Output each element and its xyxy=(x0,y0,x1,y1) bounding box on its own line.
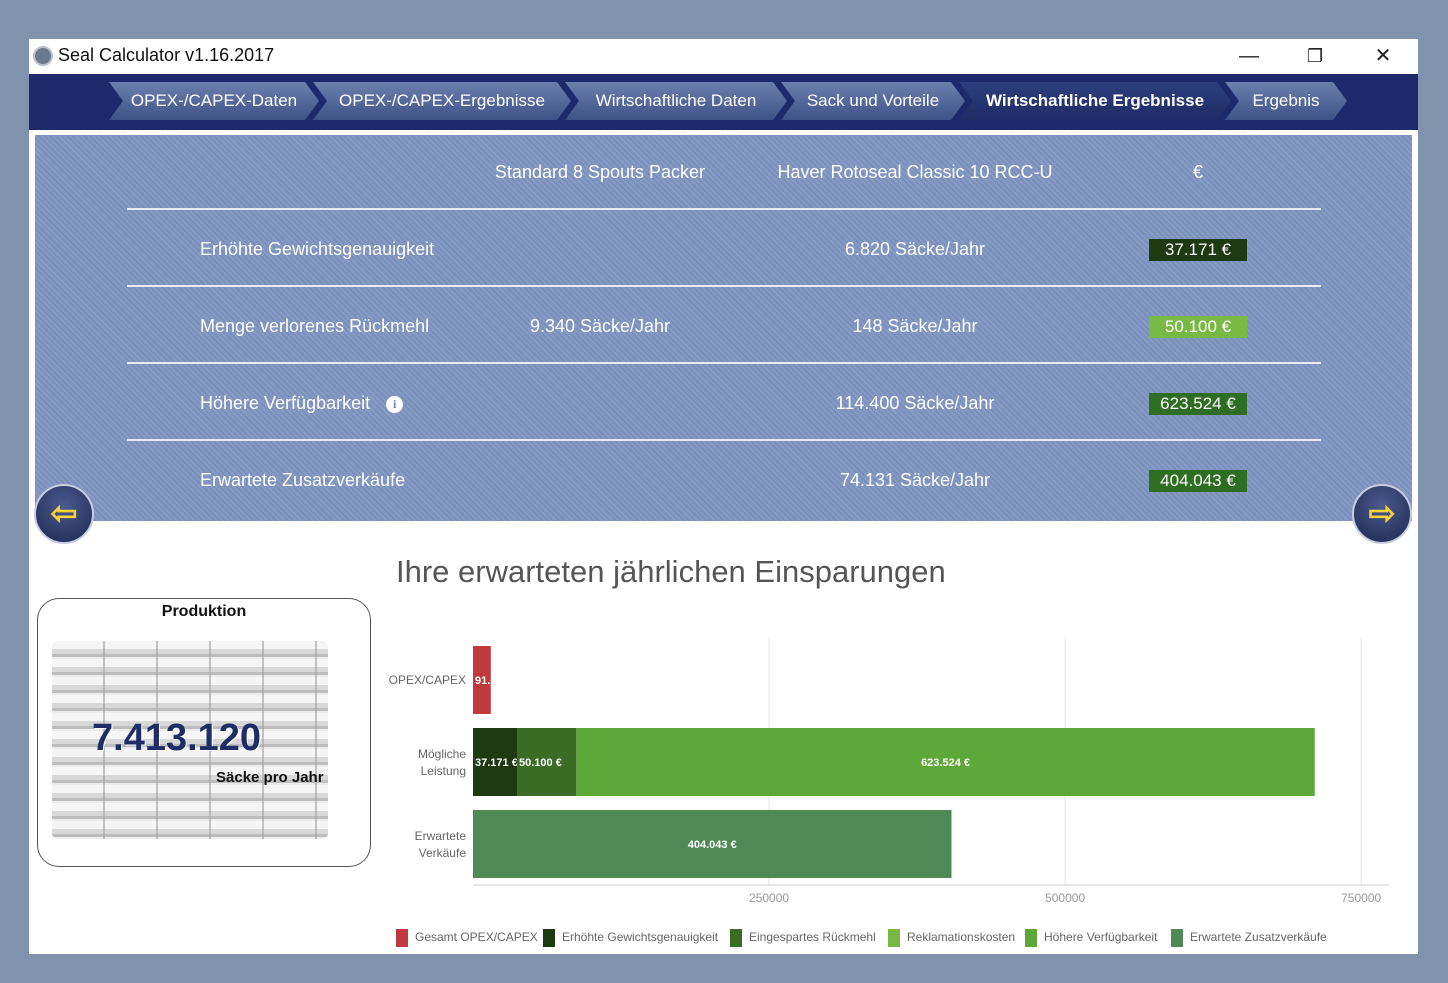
row-divider xyxy=(127,208,1321,210)
info-icon[interactable]: i xyxy=(386,395,404,413)
legend-label: Erhöhte Gewichtsgenauigkeit xyxy=(562,930,719,945)
production-title: Produktion xyxy=(161,603,247,620)
row-haver-gewichtsgenauigkeit: 6.820 Säcke/Jahr xyxy=(844,239,986,259)
legend-swatch xyxy=(396,929,408,947)
tab-bar: OPEX-/CAPEX-Daten OPEX-/CAPEX-Ergebnisse… xyxy=(29,74,1418,130)
row-label-zusatzverkaeufe: Erwartete Zusatzverkäufe xyxy=(200,470,406,490)
header-standard-packer: Standard 8 Spouts Packer xyxy=(494,162,706,182)
legend-swatch xyxy=(1171,929,1183,947)
legend-swatch xyxy=(888,929,900,947)
tab-opex-capex-ergebnisse[interactable]: OPEX-/CAPEX-Ergebnisse xyxy=(313,82,571,120)
y-category-label: OPEX/CAPEX xyxy=(389,673,466,687)
row-divider xyxy=(127,439,1321,441)
row-label-rueckmehl: Menge verlorenes Rückmehl xyxy=(200,316,430,336)
legend-swatch xyxy=(543,929,555,947)
previous-arrow-button[interactable]: ⇦ xyxy=(34,484,94,544)
tab-ergebnis[interactable]: Ergebnis xyxy=(1225,82,1347,120)
bar-segment xyxy=(473,810,952,878)
header-haver-rotoseal: Haver Rotoseal Classic 10 RCC-U xyxy=(777,162,1053,182)
bar-segment xyxy=(517,728,577,796)
legend-item: Erhöhte Gewichtsgenauigkeit xyxy=(543,929,718,949)
bar-data-label: 37.171 € xyxy=(475,757,518,769)
production-value: 7.413.120 xyxy=(92,717,262,759)
legend-label: Eingespartes Rückmehl xyxy=(749,930,876,945)
value-badge-gewichtsgenauigkeit: 37.171 € xyxy=(1149,239,1247,261)
legend-item: Eingespartes Rückmehl xyxy=(730,929,876,949)
bar-data-label: 50.100 € xyxy=(519,757,562,769)
chart-title: Ihre erwarteten jährlichen Einsparungen xyxy=(396,554,946,589)
production-unit: Säcke pro Jahr xyxy=(216,769,324,786)
legend-label: Reklamationskosten xyxy=(907,930,1016,945)
row-haver-verfuegbarkeit: 114.400 Säcke/Jahr xyxy=(835,393,995,413)
bar-segment xyxy=(473,728,518,796)
header-currency: € xyxy=(1192,162,1203,182)
close-button[interactable]: ✕ xyxy=(1353,39,1413,74)
next-arrow-button[interactable]: ⇨ xyxy=(1352,484,1412,544)
legend-label: Gesamt OPEX/CAPEX xyxy=(415,930,538,945)
tab-wirtschaftliche-ergebnisse[interactable]: Wirtschaftliche Ergebnisse xyxy=(959,82,1231,120)
row-haver-rueckmehl: 148 Säcke/Jahr xyxy=(852,316,978,336)
row-divider xyxy=(127,285,1321,287)
legend-item: Reklamationskosten xyxy=(888,929,1015,949)
legend-item: Höhere Verfügbarkeit xyxy=(1025,929,1157,949)
legend-label: Erwartete Zusatzverkäufe xyxy=(1190,930,1327,945)
minimize-button[interactable]: — xyxy=(1219,39,1279,74)
restore-button[interactable]: ❐ xyxy=(1285,39,1345,74)
row-divider xyxy=(127,362,1321,364)
bar-data-label: 623.524 € xyxy=(921,757,970,769)
row-label-verfuegbarkeit-text: Höhere Verfügbarkeit xyxy=(200,393,371,413)
seal-app-icon xyxy=(33,46,53,66)
legend-swatch xyxy=(1025,929,1037,947)
y-category-label: Erwartete Verkäufe xyxy=(415,829,467,860)
comparison-panel: Standard 8 Spouts Packer Haver Rotoseal … xyxy=(35,135,1412,521)
x-tick-label: 500000 xyxy=(1045,891,1085,905)
app-window: Seal Calculator v1.16.2017 — ❐ ✕ OPEX-/C… xyxy=(29,39,1418,954)
bar-data-label: 404.043 € xyxy=(688,839,737,851)
legend-item: Gesamt OPEX/CAPEX xyxy=(396,929,538,949)
y-category-label: Mögliche Leistung xyxy=(418,747,466,778)
tab-wirtschaftliche-daten[interactable]: Wirtschaftliche Daten xyxy=(565,82,787,120)
legend-label: Höhere Verfügbarkeit xyxy=(1044,930,1158,945)
value-badge-verfuegbarkeit: 623.524 € xyxy=(1149,393,1247,415)
row-haver-zusatzverkaeufe: 74.131 Säcke/Jahr xyxy=(839,470,991,490)
value-badge-rueckmehl: 50.100 € xyxy=(1149,316,1247,338)
window-title: Seal Calculator v1.16.2017 xyxy=(58,45,275,65)
value-badge-zusatzverkaeufe: 404.043 € xyxy=(1149,470,1247,492)
row-standard-rueckmehl: 9.340 Säcke/Jahr xyxy=(529,316,671,336)
bar-segment xyxy=(473,646,491,714)
x-tick-label: 750000 xyxy=(1341,891,1381,905)
legend-item: Erwartete Zusatzverkäufe xyxy=(1171,929,1327,949)
tab-opex-capex-daten[interactable]: OPEX-/CAPEX-Daten xyxy=(109,82,319,120)
legend-swatch xyxy=(730,929,742,947)
bar-data-label: 91... xyxy=(475,675,496,687)
x-tick-label: 250000 xyxy=(749,891,789,905)
tab-sack-und-vorteile[interactable]: Sack und Vorteile xyxy=(781,82,965,120)
bar-segment xyxy=(576,728,1315,796)
title-bar: Seal Calculator v1.16.2017 — ❐ ✕ xyxy=(29,39,1418,74)
row-label-gewichtsgenauigkeit: Erhöhte Gewichtsgenauigkeit xyxy=(200,239,435,259)
row-label-verfuegbarkeit: Höhere Verfügbarkeit i xyxy=(200,393,404,414)
production-card: Produktion 7.413.120 Säcke pro Jahr xyxy=(37,598,371,867)
